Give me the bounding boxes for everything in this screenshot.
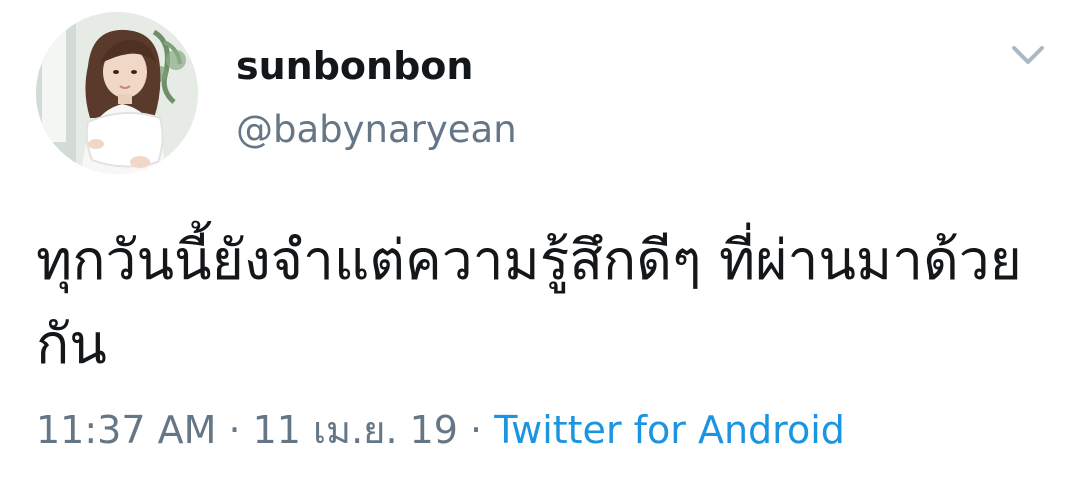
tweet-menu-button[interactable] xyxy=(1006,38,1050,74)
tweet-time[interactable]: 11:37 AM xyxy=(36,408,216,452)
user-avatar-photo-icon xyxy=(36,12,198,174)
meta-separator: · xyxy=(216,408,253,452)
meta-separator: · xyxy=(457,408,495,452)
avatar[interactable] xyxy=(36,12,198,174)
tweet-meta: 11:37 AM · 11 เม.ย. 19 · Twitter for And… xyxy=(36,402,845,458)
chevron-down-icon xyxy=(1012,46,1044,64)
tweet-text: ทุกวันนี้ยังจำแต่ความรู้สึกดีๆ ที่ผ่านมา… xyxy=(36,228,1022,376)
author-display-name[interactable]: sunbonbon xyxy=(236,38,473,94)
author-handle[interactable]: @babynaryean xyxy=(236,102,517,158)
tweet-date[interactable]: 11 เม.ย. 19 xyxy=(253,408,458,452)
tweet-source-link[interactable]: Twitter for Android xyxy=(494,408,845,452)
